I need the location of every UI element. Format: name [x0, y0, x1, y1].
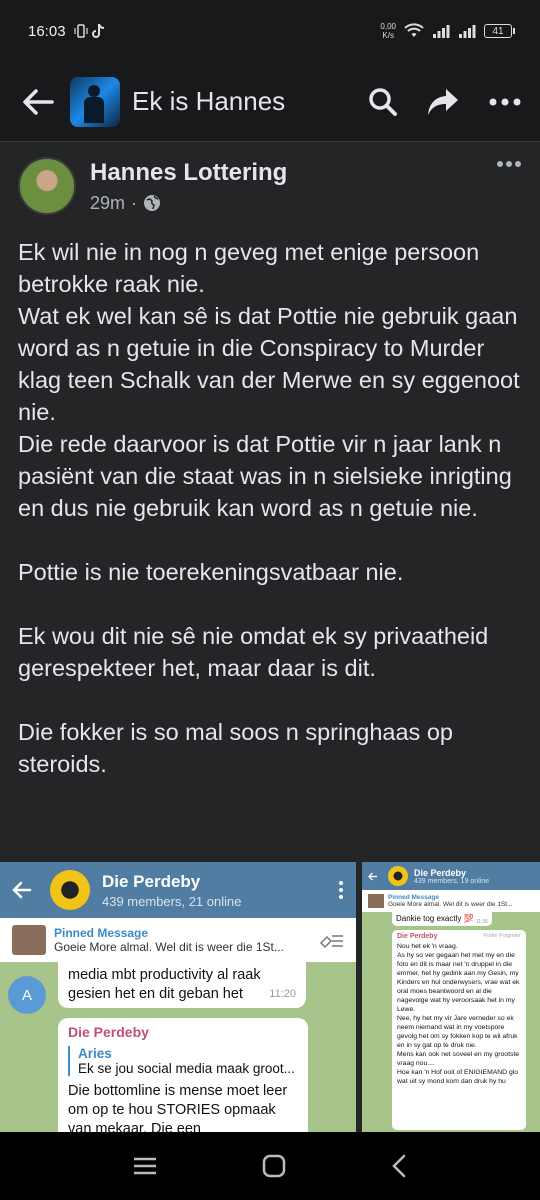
pinned-label: Pinned Message: [54, 926, 149, 940]
message-text: Die bottomline is mense moet leer om op …: [68, 1083, 288, 1132]
status-time: 16:03: [28, 22, 66, 40]
arrow-left-icon: [368, 872, 377, 880]
tiktok-icon: [91, 23, 104, 38]
telegram-header: Die Perdeby 439 members, 19 online: [362, 862, 540, 890]
more-options-icon[interactable]: [488, 97, 522, 107]
telegram-pinned-message: Pinned Message Goeie More almal. Wel dit…: [0, 918, 356, 962]
post-meta: 29m ·: [90, 193, 287, 214]
post-time[interactable]: 29m: [90, 193, 125, 214]
message-quote: Aries Ek se jou social media maak groot.…: [68, 1046, 298, 1076]
message-text: media mbt productivity al raak gesien he…: [68, 967, 261, 1002]
signal-hd-icon: [459, 25, 476, 38]
message-sender: Die Perdeby: [68, 1024, 149, 1040]
telegram-message: Die Perdeby Aries Ek se jou social media…: [58, 1018, 308, 1132]
author-name[interactable]: Hannes Lottering: [90, 159, 287, 187]
quote-text: Ek se jou social media maak groot...: [78, 1061, 295, 1076]
group-avatar[interactable]: [70, 76, 120, 127]
message-time: 11:20: [269, 988, 296, 1000]
system-nav-bar: [0, 1132, 540, 1200]
telegram-chat-subtitle: 439 members, 21 online: [102, 893, 242, 909]
pin-list-icon: [319, 935, 343, 949]
sender-avatar: A: [8, 976, 46, 1014]
menu-dots-icon: [339, 881, 343, 899]
telegram-chat-title: Die Perdeby: [102, 871, 201, 891]
wifi-icon: [404, 23, 424, 37]
telegram-message: Die Perdeby Pottie Potgieter Nou het ek …: [392, 930, 526, 1130]
message-tag: Pottie Potgieter: [483, 933, 521, 939]
post-paragraph: Ek wil nie in nog n geveg met enige pers…: [18, 239, 520, 521]
post-paragraph: Die fokker is so mal soos n springhaas o…: [18, 719, 453, 777]
sender-avatar-letter: A: [21, 986, 32, 1004]
arrow-left-icon: [12, 881, 32, 899]
battery-level: 41: [492, 25, 504, 37]
group-title[interactable]: Ek is Hannes: [132, 86, 285, 117]
meta-separator: ·: [131, 192, 138, 213]
telegram-group-avatar: [50, 870, 90, 910]
vibrate-icon: [73, 24, 88, 38]
telegram-group-avatar: [388, 866, 408, 886]
author-avatar[interactable]: [18, 157, 76, 215]
arrow-left-icon: [23, 88, 54, 115]
message-text: Nou het ek 'n vraag. As hy so ver gegaan…: [397, 943, 520, 1085]
telegram-header: Die Perdeby 439 members, 21 online: [0, 862, 356, 918]
pinned-label: Pinned Message: [388, 894, 439, 901]
back-nav-icon[interactable]: [390, 1153, 408, 1179]
telegram-message: Dankie tog exactly 💯 11:36: [392, 912, 492, 926]
post-image-right[interactable]: Die Perdeby 439 members, 19 online Pinne…: [362, 862, 540, 1132]
signal-icon: [433, 25, 450, 38]
quote-author: Aries: [78, 1046, 112, 1061]
app-header: Ek is Hannes: [0, 62, 540, 142]
message-text: Dankie tog exactly 💯: [396, 914, 474, 923]
status-notification-icons: [73, 23, 106, 39]
telegram-message: media mbt productivity al raak gesien he…: [58, 962, 306, 1008]
telegram-chat-subtitle: 439 members, 19 online: [414, 877, 490, 885]
pinned-text: Goeie More almal. Wel dit is weer die 1S…: [54, 940, 284, 954]
post-image-left[interactable]: Die Perdeby 439 members, 21 online Pinne…: [0, 862, 356, 1132]
back-button[interactable]: [18, 82, 58, 122]
post-header: Hannes Lottering 29m ·: [18, 156, 522, 216]
network-speed-unit: K/s: [382, 31, 394, 40]
pinned-thumbnail: [12, 925, 46, 955]
search-icon[interactable]: [368, 87, 398, 117]
message-time: 11:36: [475, 919, 488, 925]
network-speed: 0,00 K/s: [380, 22, 396, 40]
status-bar: 16:03 0,00 K/s 41: [0, 0, 540, 62]
pinned-text: Goeie More almal. Wel dit is weer die 1S…: [388, 901, 513, 908]
home-icon[interactable]: [261, 1153, 287, 1179]
telegram-pinned-message: Pinned Message Goeie More almal. Wel dit…: [362, 890, 540, 912]
post-body: Ek wil nie in nog n geveg met enige pers…: [18, 236, 526, 780]
post-more-icon[interactable]: [496, 160, 522, 168]
globe-icon: [144, 195, 161, 211]
post-paragraph: Pottie is nie toerekeningsvatbaar nie.: [18, 559, 404, 585]
message-sender: Die Perdeby: [397, 933, 438, 940]
post-paragraph: Ek wou dit nie sê nie omdat ek sy privaa…: [18, 623, 489, 681]
pinned-thumbnail: [368, 894, 384, 908]
recent-apps-icon[interactable]: [132, 1156, 158, 1176]
battery-indicator: 41: [484, 24, 515, 38]
network-speed-value: 0,00: [380, 22, 396, 31]
telegram-chat-title: Die Perdeby: [414, 867, 467, 878]
share-icon[interactable]: [426, 87, 460, 117]
